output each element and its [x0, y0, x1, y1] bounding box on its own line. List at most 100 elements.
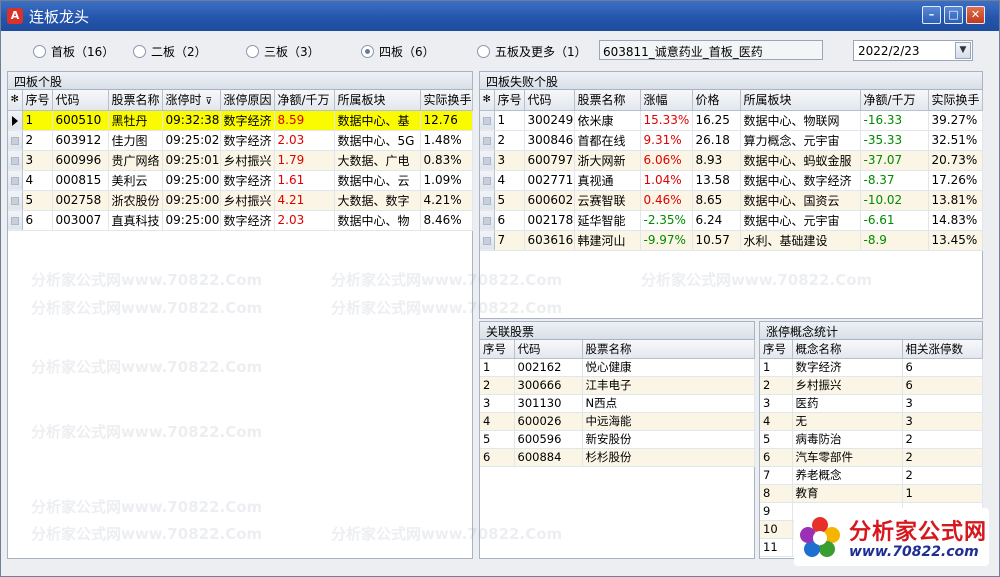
cell-turnover: 1.48%: [420, 130, 473, 151]
radio-board-2[interactable]: 二板（2）: [133, 43, 207, 59]
table-row[interactable]: 4 000815 美利云 09:25:00 数字经济 1.61 数据中心、云 1…: [8, 170, 473, 191]
radio-label: 四板（6）: [379, 44, 435, 59]
cell-sector: 数据中心、物联网: [740, 110, 861, 131]
radio-label: 二板（2）: [151, 44, 207, 59]
column-header[interactable]: 实际换手: [928, 90, 983, 111]
column-header[interactable]: 股票名称: [582, 340, 755, 359]
table-row[interactable]: 2 乡村振兴 6: [760, 376, 983, 395]
failed-table[interactable]: ✻ 序号 代码 股票名称 涨幅 价格 所属板块 净额/千万 实际换手 1 300…: [480, 90, 983, 251]
cell-sector: 数据中心、云: [334, 170, 421, 191]
table-row[interactable]: 6 汽车零部件 2: [760, 448, 983, 467]
table-row[interactable]: 6 600884 杉杉股份: [480, 448, 755, 467]
cell-turnover: 1.09%: [420, 170, 473, 191]
board-filter-toolbar: 首板（16） 二板（2） 三板（3） 四板（6） 五板及更多（1） 603811…: [1, 31, 999, 69]
table-row[interactable]: 6 003007 直真科技 09:25:00 数字经济 2.03 数据中心、物 …: [8, 210, 473, 231]
column-header[interactable]: 代码: [514, 340, 583, 359]
row-indicator: [8, 190, 23, 211]
column-header[interactable]: 实际换手: [420, 90, 473, 111]
cell-turnover: 12.76: [420, 110, 473, 131]
column-header[interactable]: 净额/千万: [860, 90, 929, 111]
cell-name: 依米康: [574, 110, 641, 131]
cell-index: 3: [760, 394, 793, 413]
column-header[interactable]: 股票名称: [574, 90, 641, 111]
table-row[interactable]: 7 603616 韩建河山 -9.97% 10.57 水利、基础建设 -8.9 …: [480, 230, 983, 251]
cell-limit-time: 09:32:38: [162, 110, 221, 131]
column-header[interactable]: 涨幅: [640, 90, 693, 111]
cell-code: 600602: [524, 190, 575, 211]
minimize-button[interactable]: –: [922, 6, 941, 24]
cell-index: 7: [494, 230, 525, 251]
chevron-down-icon[interactable]: ▼: [955, 42, 971, 59]
radio-board-5-plus[interactable]: 五板及更多（1）: [477, 43, 587, 59]
close-button[interactable]: ✕: [966, 6, 985, 24]
column-header[interactable]: 涨停原因: [220, 90, 275, 111]
cell-sector: 数据中心、蚂蚁金服: [740, 150, 861, 171]
table-row[interactable]: 3 600797 浙大网新 6.06% 8.93 数据中心、蚂蚁金服 -37.0…: [480, 150, 983, 171]
table-row[interactable]: 4 002771 真视通 1.04% 13.58 数据中心、数字经济 -8.37…: [480, 170, 983, 191]
table-row[interactable]: 1 002162 悦心健康: [480, 358, 755, 377]
table-row-selected[interactable]: 1 600510 黑牡丹 09:32:38 数字经济 8.59 数据中心、基 1…: [8, 110, 473, 131]
table-row[interactable]: 6 002178 延华智能 -2.35% 6.24 数据中心、元宇宙 -6.61…: [480, 210, 983, 231]
table-row[interactable]: 4无3: [760, 412, 983, 431]
table-row[interactable]: 5 病毒防治 2: [760, 430, 983, 449]
cell-count: 2: [902, 430, 983, 449]
column-header-sorted[interactable]: 涨停时 ⊽: [162, 90, 221, 111]
board4-table[interactable]: ✻ 序号 代码 股票名称 涨停时 ⊽ 涨停原因 净额/千万 所属板块 实际换手 …: [8, 90, 473, 231]
row-indicator: [480, 190, 495, 211]
table-row[interactable]: 4 600026 中远海能: [480, 412, 755, 431]
column-header[interactable]: 股票名称: [108, 90, 163, 111]
column-header[interactable]: 价格: [692, 90, 741, 111]
cell-sector: 数据中心、数字经济: [740, 170, 861, 191]
related-table[interactable]: 序号 代码 股票名称 1 002162 悦心健康 2 300666 江丰电子 3 3011…: [480, 340, 755, 467]
cell-count: 1: [902, 484, 983, 503]
cell-turnover: 39.27%: [928, 110, 983, 131]
table-row[interactable]: 8 教育 1: [760, 484, 983, 503]
cell-index: 1: [22, 110, 53, 131]
maximize-button[interactable]: □: [944, 6, 963, 24]
row-indicator: [480, 150, 495, 171]
column-header[interactable]: 序号: [760, 340, 793, 359]
column-header[interactable]: 所属板块: [334, 90, 421, 111]
cell-code: 301130: [514, 394, 583, 413]
title-bar[interactable]: A 连板龙头 – □ ✕: [1, 1, 999, 31]
column-header[interactable]: 代码: [524, 90, 575, 111]
app-icon: A: [7, 8, 23, 24]
column-header[interactable]: 所属板块: [740, 90, 861, 111]
column-header[interactable]: 代码: [52, 90, 109, 111]
table-row[interactable]: 5 600596 新安股份: [480, 430, 755, 449]
cell-index: 5: [22, 190, 53, 211]
column-header[interactable]: 序号: [494, 90, 525, 111]
cell-code: 600884: [514, 448, 583, 467]
table-row[interactable]: 5 600602 云赛智联 0.46% 8.65 数据中心、国资云 -10.02…: [480, 190, 983, 211]
cell-sector: 数据中心、5G: [334, 130, 421, 151]
table-row[interactable]: 1 数字经济 6: [760, 358, 983, 377]
column-header[interactable]: 净额/千万: [274, 90, 335, 111]
column-header[interactable]: 概念名称: [792, 340, 903, 359]
table-row[interactable]: 2 300666 江丰电子: [480, 376, 755, 395]
table-header-row: 序号 概念名称 相关涨停数: [760, 340, 983, 359]
column-header[interactable]: 相关涨停数: [902, 340, 983, 359]
row-indicator: [480, 230, 495, 251]
column-header[interactable]: 序号: [22, 90, 53, 111]
table-row[interactable]: 1 300249 依米康 15.33% 16.25 数据中心、物联网 -16.3…: [480, 110, 983, 131]
table-row[interactable]: 5 002758 浙农股份 09:25:00 乡村振兴 4.21 大数据、数字 …: [8, 190, 473, 211]
column-header[interactable]: 序号: [480, 340, 515, 359]
date-picker[interactable]: 2022/2/23 ▼: [853, 40, 973, 61]
failed-panel-title: 四板失败个股: [480, 72, 982, 90]
table-row[interactable]: 3 301130 N西点: [480, 394, 755, 413]
table-row[interactable]: 2 603912 佳力图 09:25:02 数字经济 2.03 数据中心、5G …: [8, 130, 473, 151]
cell-count: 2: [902, 466, 983, 485]
cell-net-amount: -10.02: [860, 190, 929, 211]
table-header-row: ✻ 序号 代码 股票名称 涨停时 ⊽ 涨停原因 净额/千万 所属板块 实际换手: [8, 90, 473, 111]
table-row[interactable]: 7 养老概念 2: [760, 466, 983, 485]
radio-board-3[interactable]: 三板（3）: [246, 43, 320, 59]
radio-board-1[interactable]: 首板（16）: [33, 43, 114, 59]
table-row[interactable]: 3 600996 贵广网络 09:25:01 乡村振兴 1.79 大数据、广电 …: [8, 150, 473, 171]
cell-net-amount: -6.61: [860, 210, 929, 231]
cell-code: 002162: [514, 358, 583, 377]
cell-price: 10.57: [692, 230, 741, 251]
table-row[interactable]: 3 医药 3: [760, 394, 983, 413]
cell-price: 8.93: [692, 150, 741, 171]
table-row[interactable]: 2 300846 首都在线 9.31% 26.18 算力概念、元宇宙 -35.3…: [480, 130, 983, 151]
radio-board-4[interactable]: 四板（6）: [361, 43, 435, 59]
